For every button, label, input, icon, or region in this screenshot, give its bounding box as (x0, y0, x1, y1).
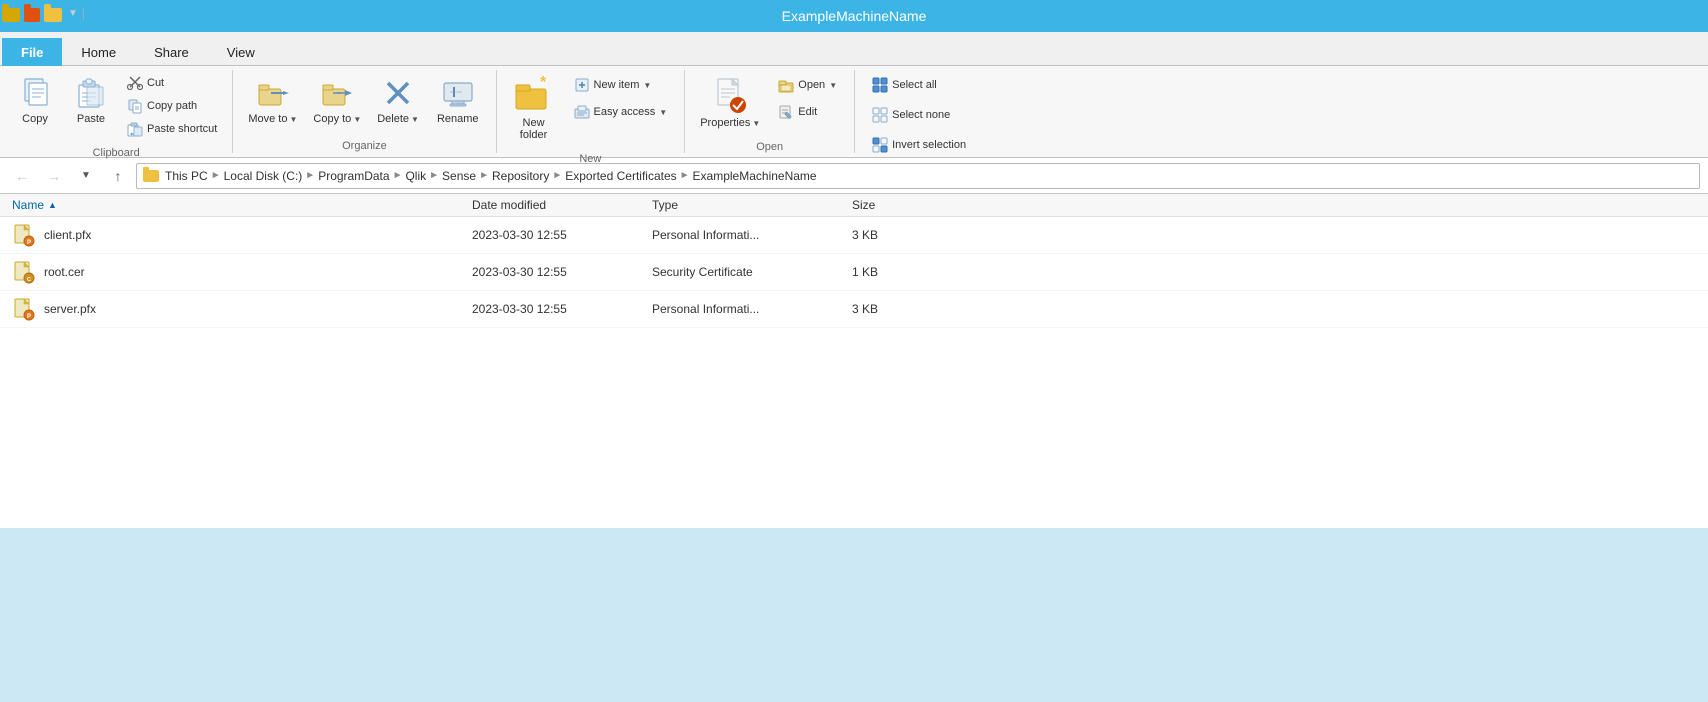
sort-arrow: ▲ (48, 200, 57, 210)
new-folder-icon: * (514, 75, 554, 115)
file-date-0: 2023-03-30 12:55 (472, 228, 652, 242)
new-folder-button[interactable]: * Newfolder (505, 70, 563, 146)
address-bar: ← → ▼ ↑ This PC ► Local Disk (C:) ► Prog… (0, 158, 1708, 194)
file-name-0: client.pfx (44, 228, 91, 242)
address-path[interactable]: This PC ► Local Disk (C:) ► ProgramData … (136, 163, 1700, 189)
svg-text:P: P (27, 240, 31, 246)
edit-button[interactable]: Edit (769, 99, 846, 125)
organize-label: Organize (241, 137, 487, 153)
title-bar: ▼ | ExampleMachineName (0, 0, 1708, 32)
column-size[interactable]: Size (852, 198, 952, 212)
path-segment-4[interactable]: Sense (442, 169, 476, 183)
file-size-2: 3 KB (852, 302, 952, 316)
svg-text:*: * (540, 75, 547, 91)
open-button[interactable]: Open ▼ (769, 72, 846, 98)
tab-share[interactable]: Share (135, 38, 208, 66)
clipboard-label: Clipboard (8, 144, 224, 160)
rename-icon (440, 75, 476, 111)
new-item-button[interactable]: New item ▼ (565, 72, 677, 98)
select-all-button[interactable]: Select all (863, 72, 975, 98)
tab-file[interactable]: File (2, 38, 62, 66)
path-segment-6[interactable]: Exported Certificates (565, 169, 676, 183)
file-icon-2: P (12, 297, 36, 321)
menu-tabs: File Home Share View (0, 32, 1708, 66)
copy-to-button[interactable]: Copy to ▼ (306, 70, 368, 130)
tab-view[interactable]: View (208, 38, 274, 66)
paste-shortcut-icon (127, 121, 143, 137)
file-row-1[interactable]: C root.cer 2023-03-30 12:55 Security Cer… (0, 254, 1708, 291)
ribbon-group-clipboard: Copy (0, 70, 233, 153)
file-type-1: Security Certificate (652, 265, 852, 279)
path-segment-0[interactable]: This PC (165, 169, 208, 183)
file-type-2: Personal Informati... (652, 302, 852, 316)
easy-access-icon (574, 104, 590, 120)
file-row-2[interactable]: P server.pfx 2023-03-30 12:55 Personal I… (0, 291, 1708, 328)
invert-selection-icon (872, 137, 888, 153)
svg-text:C: C (27, 277, 31, 283)
paste-button[interactable]: Paste (64, 70, 118, 130)
file-date-2: 2023-03-30 12:55 (472, 302, 652, 316)
path-segment-3[interactable]: Qlik (405, 169, 426, 183)
delete-icon (380, 75, 416, 111)
copy-button[interactable]: Copy (8, 70, 62, 130)
up-button[interactable]: ↑ (104, 162, 132, 190)
delete-button[interactable]: Delete ▼ (370, 70, 426, 130)
back-button[interactable]: ← (8, 162, 36, 190)
cut-icon (127, 75, 143, 91)
file-name-1: root.cer (44, 265, 85, 279)
select-none-button[interactable]: Select none (863, 102, 975, 128)
move-to-button[interactable]: Move to ▼ (241, 70, 304, 130)
ribbon: Copy (0, 66, 1708, 158)
path-segment-2[interactable]: ProgramData (318, 169, 389, 183)
paste-shortcut-button[interactable]: Paste shortcut (120, 118, 224, 140)
file-date-1: 2023-03-30 12:55 (472, 265, 652, 279)
file-list-header: Name ▲ Date modified Type Size (0, 194, 1708, 217)
file-name-2: server.pfx (44, 302, 96, 316)
properties-button[interactable]: Properties ▼ (693, 70, 767, 134)
quick-access-bar: ▼ | (2, 6, 85, 20)
svg-text:P: P (27, 314, 31, 320)
empty-area (0, 328, 1708, 528)
properties-icon (710, 75, 750, 115)
open-icon (778, 77, 794, 93)
column-date[interactable]: Date modified (472, 198, 652, 212)
ribbon-group-new: * Newfolder (497, 70, 686, 153)
file-list-container: Name ▲ Date modified Type Size (0, 194, 1708, 528)
cut-button[interactable]: Cut (120, 72, 224, 94)
ribbon-group-select: Select all Select none (855, 70, 983, 153)
easy-access-button[interactable]: Easy access ▼ (565, 99, 677, 125)
copy-to-icon (319, 75, 355, 111)
path-segment-1[interactable]: Local Disk (C:) (224, 169, 303, 183)
copy-icon (17, 75, 53, 111)
select-none-icon (872, 107, 888, 123)
path-segment-7[interactable]: ExampleMachineName (693, 169, 817, 183)
copy-path-button[interactable]: Copy path (120, 95, 224, 117)
edit-icon (778, 104, 794, 120)
forward-button[interactable]: → (40, 162, 68, 190)
ribbon-group-organize: Move to ▼ (233, 70, 496, 153)
column-name[interactable]: Name ▲ (12, 198, 472, 212)
rename-button[interactable]: Rename (428, 70, 488, 130)
new-item-icon (574, 77, 590, 93)
file-icon-0: P (12, 223, 36, 247)
select-all-icon (872, 77, 888, 93)
window-title: ExampleMachineName (782, 8, 927, 24)
open-label: Open (693, 138, 846, 154)
file-size-1: 1 KB (852, 265, 952, 279)
copy-path-icon (127, 98, 143, 114)
path-segment-5[interactable]: Repository (492, 169, 549, 183)
tab-home[interactable]: Home (62, 38, 135, 66)
move-to-icon (255, 75, 291, 111)
file-icon-1: C (12, 260, 36, 284)
path-folder-icon (143, 170, 159, 182)
file-size-0: 3 KB (852, 228, 952, 242)
invert-selection-button[interactable]: Invert selection (863, 132, 975, 158)
ribbon-group-open: Properties ▼ Open (685, 70, 855, 153)
column-type[interactable]: Type (652, 198, 852, 212)
recent-locations-button[interactable]: ▼ (72, 162, 100, 190)
file-row-0[interactable]: P client.pfx 2023-03-30 12:55 Personal I… (0, 217, 1708, 254)
file-type-0: Personal Informati... (652, 228, 852, 242)
paste-icon (73, 75, 109, 111)
